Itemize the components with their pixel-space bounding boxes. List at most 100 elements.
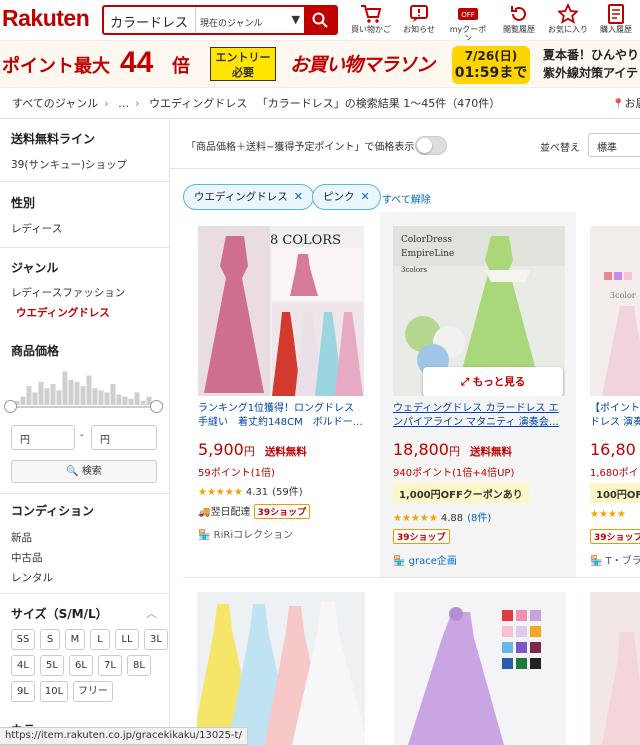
- product-image[interactable]: 3color: [590, 226, 640, 396]
- result-count: 「カラードレス」の検索結果 1〜45件（470件）: [256, 97, 501, 110]
- chevron-up-icon[interactable]: ︿: [146, 605, 157, 621]
- size-chip[interactable]: M: [65, 629, 85, 650]
- search-icon: [312, 12, 328, 28]
- product-image[interactable]: ColorDress EmpireLine 3colors ⤢ もっと見る: [393, 226, 565, 396]
- genre-parent-item[interactable]: レディースファッション: [11, 285, 125, 300]
- condition-used[interactable]: 中古品: [11, 550, 43, 565]
- product-image-caption: 8 COLORS: [270, 233, 341, 248]
- coupon-button[interactable]: OFF myクーポン: [446, 4, 490, 44]
- price-min-handle[interactable]: [4, 400, 17, 413]
- price-separator: -: [80, 430, 84, 441]
- banner-entry-badge[interactable]: エントリー 必要: [210, 47, 276, 81]
- product-image-caption: ColorDress: [401, 235, 452, 245]
- clear-all-filters[interactable]: すべて解除: [382, 191, 431, 206]
- close-icon[interactable]: ✕: [361, 190, 370, 203]
- condition-new[interactable]: 新品: [11, 530, 32, 545]
- delivery-location[interactable]: 📍お届: [612, 95, 640, 111]
- sidebar-divider: [0, 181, 170, 182]
- product-card[interactable]: ColorDress EmpireLine 3colors ⤢ もっと見る ウェ…: [380, 212, 576, 577]
- size-chip[interactable]: 5L: [40, 655, 64, 676]
- breadcrumb-ellipsis[interactable]: …: [118, 97, 129, 110]
- genre-selected-item[interactable]: ウエディングドレス: [16, 305, 110, 320]
- notice-button[interactable]: お知らせ: [397, 4, 441, 35]
- filter-tag-pink[interactable]: ピンク ✕: [312, 184, 381, 210]
- purchase-history-button[interactable]: 購入履歴: [594, 4, 638, 35]
- histogram-bar: [110, 384, 116, 405]
- breadcrumb-all[interactable]: すべてのジャンル: [12, 97, 98, 110]
- shop-name[interactable]: 🏪 RiRiコレクション: [198, 526, 293, 541]
- size-chip[interactable]: フリー: [73, 681, 113, 702]
- shop-name[interactable]: 🏪 grace企画: [393, 552, 457, 567]
- filter-tag-wedding[interactable]: ウエディングドレス ✕: [183, 184, 314, 210]
- price-display-toggle[interactable]: [415, 136, 447, 155]
- shipping-filter-item[interactable]: 39(サンキュー)ショップ: [11, 157, 127, 172]
- rakuten-logo[interactable]: Rakuten: [2, 5, 90, 32]
- banner-date: 7/26(日): [464, 49, 518, 63]
- size-chip[interactable]: 3L: [144, 629, 168, 650]
- product-title[interactable]: ランキング1位獲得！ロングドレス 手縫い 着丈約148CM ボルドー…: [198, 402, 366, 430]
- filter-tag-label: ピンク: [323, 191, 355, 203]
- history-label: 閲覧履歴: [503, 25, 535, 34]
- banner-side-ad[interactable]: 夏本番！ひんやり 紫外線対策アイテ: [543, 46, 639, 82]
- product-image[interactable]: [197, 592, 365, 745]
- toolbar-divider: [170, 168, 640, 169]
- product-title[interactable]: ウェディングドレス カラードレス エンパイアライン マタニティ 演奏会…: [393, 402, 561, 430]
- chevron-right-icon: ›: [135, 97, 140, 110]
- entry-line1: エントリー: [215, 51, 271, 64]
- product-rating[interactable]: ★★★★★ 4.88 (8件): [393, 509, 491, 524]
- delivery-label: 翌日配達: [210, 507, 251, 518]
- product-points: 940ポイント(1倍+4倍UP): [393, 468, 515, 479]
- shipping-filter-title: 送料無料ライン: [11, 132, 96, 146]
- size-chip[interactable]: SS: [11, 629, 35, 650]
- size-chip[interactable]: 8L: [127, 655, 151, 676]
- price-range-track: [8, 406, 158, 408]
- price-value: 5,900: [198, 440, 244, 459]
- price-search-button[interactable]: 🔍 検索: [11, 460, 157, 483]
- receipt-icon: [608, 4, 624, 24]
- banner-date-badge: 7/26(日) 01:59まで: [452, 46, 530, 84]
- search-bar[interactable]: カラードレス 現在のジャンル ▼: [102, 5, 338, 35]
- condition-rental[interactable]: レンタル: [11, 570, 53, 585]
- price-min-input[interactable]: 円: [11, 425, 75, 450]
- price-max-handle[interactable]: [150, 400, 163, 413]
- size-chip[interactable]: 9L: [11, 681, 35, 702]
- close-icon[interactable]: ✕: [294, 190, 303, 203]
- product-title[interactable]: 【ポイント ドレス 演奏: [590, 402, 640, 430]
- product-image[interactable]: [394, 592, 566, 745]
- histogram-bar: [92, 388, 98, 405]
- size-chip[interactable]: 7L: [98, 655, 122, 676]
- genre-select[interactable]: 現在のジャンル ▼: [196, 7, 304, 33]
- product-rating[interactable]: ★★★★: [590, 509, 626, 520]
- favorite-button[interactable]: お気に入り: [546, 4, 590, 35]
- breadcrumb-wedding[interactable]: ウエディングドレス: [149, 97, 247, 110]
- size-chip[interactable]: L: [90, 629, 110, 650]
- sort-select[interactable]: 標準: [588, 133, 640, 157]
- product-rating[interactable]: ★★★★★ 4.31 (59件): [198, 483, 303, 498]
- coupon-badge[interactable]: 100円OF: [590, 483, 640, 503]
- shop-name[interactable]: 🏪 T・ブラ: [590, 552, 640, 567]
- product-image[interactable]: 8 COLORS: [198, 226, 364, 396]
- breadcrumb: すべてのジャンル › … › ウエディングドレス 「カラードレス」の検索結果 1〜4…: [12, 95, 506, 111]
- coupon-badge[interactable]: 1,000円OFFクーポンあり: [393, 483, 529, 503]
- gender-filter-item[interactable]: レディース: [11, 221, 62, 236]
- cart-label: 買い物かご: [351, 25, 391, 34]
- price-max-input[interactable]: 円: [91, 425, 157, 450]
- size-chip[interactable]: S: [40, 629, 60, 650]
- product-image[interactable]: [590, 592, 640, 745]
- history-button[interactable]: 閲覧履歴: [497, 4, 541, 35]
- filter-sidebar: 送料無料ライン 39(サンキュー)ショップ 性別 レディース ジャンル レディー…: [0, 119, 170, 745]
- product-card[interactable]: 8 COLORS ランキング1位獲得！ロングドレス 手縫い 着丈約148CM ボ…: [183, 212, 373, 577]
- view-more-button[interactable]: ⤢ もっと見る: [423, 367, 563, 396]
- search-button[interactable]: [304, 7, 336, 33]
- size-chip[interactable]: 6L: [69, 655, 93, 676]
- product-card[interactable]: 3color 【ポイント ドレス 演奏 16,80 1,680ポイ 100円OF…: [586, 212, 640, 577]
- search-input[interactable]: カラードレス: [104, 7, 196, 33]
- cart-button[interactable]: 買い物かご: [349, 4, 393, 35]
- size-chip[interactable]: 4L: [11, 655, 35, 676]
- histogram-bar: [38, 381, 44, 405]
- size-chip[interactable]: LL: [115, 629, 139, 650]
- view-more-label: もっと見る: [472, 376, 526, 388]
- svg-text:OFF: OFF: [461, 11, 475, 19]
- color-swatch: [516, 626, 527, 637]
- size-chip[interactable]: 10L: [40, 681, 68, 702]
